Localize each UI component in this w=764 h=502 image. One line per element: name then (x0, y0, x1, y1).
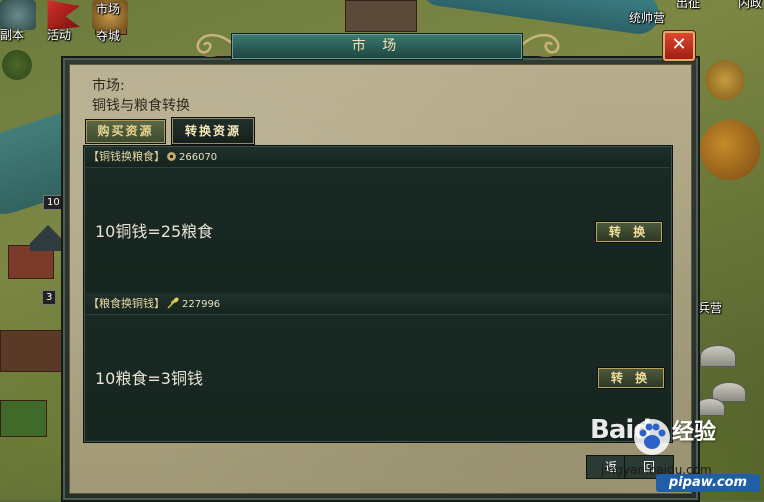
section-header: 【铜钱换粮食】 266070 (86, 147, 670, 168)
map-label-command-camp[interactable]: 统帅营 (629, 9, 665, 26)
map-building[interactable] (0, 330, 62, 372)
title-ornament-left-icon (196, 33, 234, 57)
map-label-capture-city[interactable]: 夺城 (96, 27, 120, 44)
section-grain-to-copper: 【粮食换铜钱】 227996 10粮食=3铜钱 转 换 (86, 294, 670, 440)
map-building[interactable] (0, 400, 47, 437)
pipaw-watermark: pipaw.com (656, 474, 760, 492)
jingyan-watermark: 经验 (672, 420, 717, 445)
coin-icon (167, 152, 176, 161)
baidu-paw-icon (634, 419, 670, 455)
exchange-rate-text: 10粮食=3铜钱 (95, 369, 203, 388)
map-tree (700, 120, 760, 180)
grain-amount: 227996 (182, 299, 221, 310)
convert-panel: 【铜钱换粮食】 266070 10铜钱=25粮食 转 换 【粮食换铜钱】 22799… (83, 145, 673, 443)
section-header: 【粮食换铜钱】 227996 (86, 294, 670, 315)
map-label-dungeon[interactable]: 副本 (0, 26, 24, 43)
map-label-market[interactable]: 市场 (96, 0, 120, 17)
page-heading: 市场: (92, 78, 125, 94)
map-tree (705, 60, 745, 100)
tab-buy-resources[interactable]: 购买资源 (85, 119, 166, 144)
dialog-title: 市 场 (231, 33, 523, 60)
map-label-internal-affairs[interactable]: 内政 (738, 0, 762, 11)
page-subheading: 铜钱与粮食转换 (92, 98, 190, 114)
convert-button[interactable]: 转 换 (597, 367, 665, 389)
map-building[interactable] (345, 0, 417, 32)
map-tree (2, 50, 32, 80)
close-button[interactable]: ✕ (663, 31, 695, 61)
copper-amount: 266070 (179, 152, 218, 163)
section-title: 【铜钱换粮食】 (88, 150, 165, 163)
grain-icon (167, 297, 179, 309)
map-tent (700, 345, 736, 367)
map-label-event[interactable]: 活动 (47, 26, 71, 43)
tab-convert-resources[interactable]: 转换资源 (171, 117, 255, 145)
building-level-badge: 3 (42, 290, 57, 305)
title-ornament-right-icon (522, 33, 560, 57)
section-copper-to-grain: 【铜钱换粮食】 266070 10铜钱=25粮食 转 换 (86, 147, 670, 292)
map-label-barracks[interactable]: 兵营 (698, 299, 722, 316)
convert-button[interactable]: 转 换 (595, 221, 663, 243)
section-title: 【粮食换铜钱】 (88, 297, 165, 310)
map-label-expedition[interactable]: 出征 (676, 0, 700, 11)
exchange-rate-text: 10铜钱=25粮食 (95, 222, 214, 241)
